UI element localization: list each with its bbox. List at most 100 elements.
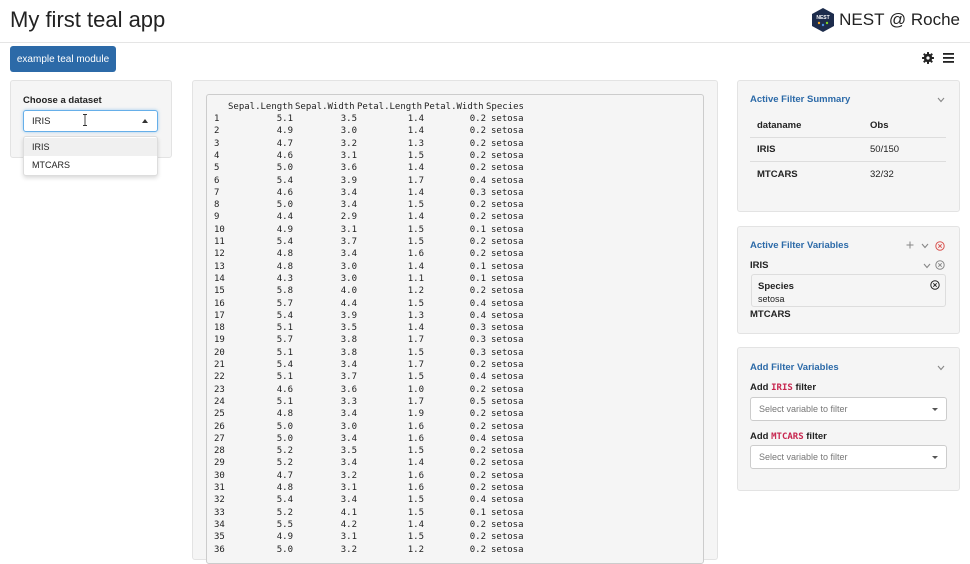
add-iris-filter-label: Add IRIS filter <box>750 382 816 393</box>
table-cell: 0.2 <box>469 150 486 161</box>
table-cell: 1.5 <box>407 224 424 235</box>
dropdown-arrow-icon <box>932 408 938 411</box>
dataset-dropdown-menu: IRIS MTCARS <box>23 136 158 176</box>
nest-logo-icon: NEST <box>812 8 835 32</box>
filter-variable-card: Species setosa <box>751 274 946 307</box>
table-cell: 4.1 <box>340 507 357 518</box>
table-row: 22 5.1 3.7 1.5 0.4 setosa <box>207 372 703 384</box>
add-filter-variables-panel: Add Filter Variables Add IRIS filter Sel… <box>737 347 960 491</box>
table-cell: 3.7 <box>340 372 357 383</box>
table-cell: 1.4 <box>407 212 424 223</box>
dropdown-arrow-up-icon <box>142 119 148 123</box>
text-cursor-icon <box>83 114 87 126</box>
table-cell: 1.4 <box>407 261 424 272</box>
table-header-sepal-length: Sepal.Length <box>228 102 294 112</box>
table-cell-species: setosa <box>491 114 524 124</box>
dataset-select[interactable]: IRIS <box>23 110 158 132</box>
row-index: 22 <box>214 372 225 383</box>
table-cell: 1.3 <box>407 138 424 149</box>
navbar: My first teal app NEST NEST @ Roche <box>0 0 970 43</box>
example-teal-module-button[interactable]: example teal module <box>10 46 116 72</box>
table-cell: 0.4 <box>469 495 486 506</box>
table-cell: 4.8 <box>276 483 293 493</box>
table-cell: 4.2 <box>340 519 357 530</box>
iris-variable-select[interactable]: Select variable to filter <box>750 397 947 421</box>
table-cell-species: setosa <box>491 286 524 297</box>
row-index: 5 <box>214 163 220 174</box>
table-cell: 0.3 <box>469 323 486 334</box>
table-header-petal-width: Petal.Width <box>424 102 484 112</box>
row-index: 30 <box>214 470 225 481</box>
table-cell: 1.5 <box>407 507 424 518</box>
table-cell: 5.0 <box>276 433 293 444</box>
table-cell: 0.4 <box>469 310 486 321</box>
dataset-option-mtcars[interactable]: MTCARS <box>24 156 157 174</box>
table-cell: 3.1 <box>340 224 357 235</box>
table-cell-species: setosa <box>491 360 524 370</box>
table-cell: 0.2 <box>469 360 486 370</box>
table-cell-species: setosa <box>491 138 524 149</box>
table-cell: 0.2 <box>469 384 486 395</box>
table-cell: 0.5 <box>469 396 486 407</box>
table-row: 29 5.2 3.4 1.4 0.2 setosa <box>207 458 703 470</box>
table-cell: 4.4 <box>276 212 293 223</box>
table-cell-species: setosa <box>491 372 524 383</box>
active-filter-variables-title: Active Filter Variables <box>750 240 849 251</box>
table-cell-species: setosa <box>491 150 524 161</box>
row-index: 8 <box>214 200 220 211</box>
table-cell-species: setosa <box>491 261 524 272</box>
table-row: 1 5.1 3.5 1.4 0.2 setosa <box>207 114 703 126</box>
summary-cell-dataname: IRIS <box>757 144 776 155</box>
table-row: 14 4.3 3.0 1.1 0.1 setosa <box>207 274 703 286</box>
gear-icon[interactable] <box>922 52 934 64</box>
table-cell: 5.2 <box>276 446 293 457</box>
table-cell: 0.1 <box>469 507 486 518</box>
add-suffix: filter <box>795 382 817 393</box>
data-table-output: Sepal.Length Sepal.Width Petal.Length Pe… <box>206 94 704 564</box>
table-cell-species: setosa <box>491 187 524 198</box>
table-cell: 1.2 <box>407 544 424 555</box>
table-row: 35 4.9 3.1 1.5 0.2 setosa <box>207 532 703 544</box>
active-filter-summary-panel: Active Filter Summary dataname Obs IRIS … <box>737 80 960 212</box>
row-index: 18 <box>214 323 225 334</box>
table-cell-species: setosa <box>491 495 524 506</box>
chevron-down-icon[interactable] <box>937 365 945 371</box>
table-cell: 4.6 <box>276 150 293 161</box>
plus-icon[interactable] <box>906 241 914 249</box>
table-row: 8 5.0 3.4 1.5 0.2 setosa <box>207 200 703 212</box>
remove-dataset-filters-icon[interactable] <box>935 260 945 270</box>
table-cell: 4.6 <box>276 187 293 198</box>
table-cell: 0.3 <box>469 335 486 346</box>
table-cell: 0.4 <box>469 298 486 309</box>
table-row: 20 5.1 3.8 1.5 0.3 setosa <box>207 348 703 360</box>
table-cell: 3.4 <box>340 249 357 260</box>
table-cell: 1.7 <box>407 335 424 346</box>
table-row: 4 4.6 3.1 1.5 0.2 setosa <box>207 151 703 163</box>
table-cell: 1.4 <box>407 163 424 174</box>
hamburger-menu-icon[interactable] <box>943 52 954 64</box>
row-index: 11 <box>214 237 225 247</box>
table-cell: 1.0 <box>407 384 424 395</box>
chevron-down-icon[interactable] <box>921 243 929 249</box>
table-cell: 5.7 <box>276 335 293 346</box>
table-cell-species: setosa <box>491 532 524 543</box>
remove-all-filters-icon[interactable] <box>935 241 945 251</box>
dataset-option-iris[interactable]: IRIS <box>24 138 157 156</box>
table-cell-species: setosa <box>491 507 524 518</box>
table-cell-species: setosa <box>491 175 524 186</box>
remove-variable-filter-icon[interactable] <box>930 280 940 290</box>
app-title: My first teal app <box>10 7 166 32</box>
chevron-down-icon[interactable] <box>937 97 945 103</box>
divider <box>750 137 946 138</box>
table-row: 27 5.0 3.4 1.6 0.4 setosa <box>207 434 703 446</box>
chevron-down-icon[interactable] <box>923 263 931 269</box>
row-index: 17 <box>214 310 225 321</box>
table-cell: 0.2 <box>469 249 486 260</box>
active-filter-variables-panel: Active Filter Variables IRIS Species set… <box>737 226 960 334</box>
mtcars-variable-select[interactable]: Select variable to filter <box>750 445 947 469</box>
table-row: 10 4.9 3.1 1.5 0.1 setosa <box>207 225 703 237</box>
table-cell: 3.0 <box>340 273 357 284</box>
row-index: 14 <box>214 273 225 284</box>
table-cell: 0.2 <box>469 519 486 530</box>
table-cell-species: setosa <box>491 249 524 260</box>
